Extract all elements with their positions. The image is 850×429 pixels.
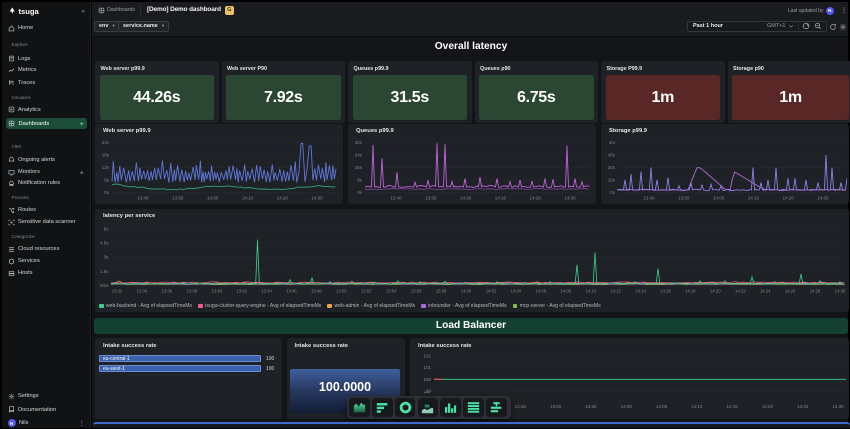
svg-text:15s: 15s <box>608 177 616 182</box>
svg-text:13:54: 13:54 <box>386 288 397 293</box>
svg-text:12s: 12s <box>102 165 110 170</box>
svg-text:14:15: 14:15 <box>726 404 738 409</box>
svg-text:13:40: 13:40 <box>390 195 402 200</box>
svg-text:13:40: 13:40 <box>643 195 655 200</box>
svg-text:13:58: 13:58 <box>436 288 447 293</box>
svg-text:14:00: 14:00 <box>207 195 219 200</box>
svg-text:14:10: 14:10 <box>242 195 254 200</box>
svg-text:14:30: 14:30 <box>817 195 829 200</box>
svg-text:0s: 0s <box>104 190 110 195</box>
svg-text:13:52: 13:52 <box>361 288 372 293</box>
svg-text:13:50: 13:50 <box>425 195 437 200</box>
svg-text:13:56: 13:56 <box>411 288 422 293</box>
svg-text:1m: 1m <box>609 140 616 145</box>
svg-text:14:10: 14:10 <box>495 195 507 200</box>
svg-text:30s: 30s <box>608 165 616 170</box>
svg-text:14:30: 14:30 <box>835 288 846 293</box>
svg-text:14:25: 14:25 <box>797 404 809 409</box>
svg-text:14:28: 14:28 <box>810 288 821 293</box>
svg-text:100: 100 <box>423 377 431 382</box>
svg-text:14:30: 14:30 <box>832 404 844 409</box>
svg-text:14:30: 14:30 <box>564 195 576 200</box>
svg-text:16s: 16s <box>355 165 363 170</box>
svg-text:1.5s: 1.5s <box>100 268 109 273</box>
svg-text:45s: 45s <box>608 152 616 157</box>
svg-text:24s: 24s <box>102 140 110 145</box>
svg-text:14:10: 14:10 <box>585 288 596 293</box>
svg-text:0s: 0s <box>610 190 616 195</box>
svg-text:13:36: 13:36 <box>162 288 173 293</box>
svg-text:101: 101 <box>423 365 431 370</box>
svg-text:14:10: 14:10 <box>748 195 760 200</box>
svg-text:14:14: 14:14 <box>635 288 646 293</box>
svg-text:14:20: 14:20 <box>277 195 289 200</box>
svg-text:32s: 32s <box>355 140 363 145</box>
svg-text:18s: 18s <box>102 152 110 157</box>
svg-text:14:04: 14:04 <box>511 288 522 293</box>
svg-text:14:08: 14:08 <box>561 288 572 293</box>
svg-text:14:24: 14:24 <box>760 288 771 293</box>
svg-text:13:55: 13:55 <box>585 404 597 409</box>
svg-text:13:44: 13:44 <box>261 288 272 293</box>
svg-text:00:: 00: <box>425 403 431 408</box>
svg-text:13:32: 13:32 <box>112 288 123 293</box>
svg-text:4.5s: 4.5s <box>100 240 109 245</box>
svg-text:14:20: 14:20 <box>530 195 542 200</box>
svg-text:14:30: 14:30 <box>311 195 323 200</box>
svg-text:14:26: 14:26 <box>785 288 796 293</box>
svg-text:13:48: 13:48 <box>311 288 322 293</box>
svg-text:13:34: 13:34 <box>137 288 148 293</box>
svg-text:8s: 8s <box>357 177 363 182</box>
svg-text:13:50: 13:50 <box>678 195 690 200</box>
svg-text:14:06: 14:06 <box>536 288 547 293</box>
svg-text:24s: 24s <box>355 152 363 157</box>
svg-text:13:50: 13:50 <box>550 404 562 409</box>
svg-text:6s: 6s <box>104 226 110 231</box>
svg-text:14:00: 14:00 <box>461 288 472 293</box>
svg-text:3s: 3s <box>104 254 110 259</box>
svg-text:14:20: 14:20 <box>783 195 795 200</box>
svg-text:14:02: 14:02 <box>486 288 497 293</box>
svg-text:0ms: 0ms <box>100 283 109 288</box>
svg-text:14:20: 14:20 <box>762 404 774 409</box>
svg-text:14:18: 14:18 <box>685 288 696 293</box>
svg-text:14:20: 14:20 <box>710 288 721 293</box>
svg-text:6s: 6s <box>104 177 110 182</box>
svg-text:13:40: 13:40 <box>211 288 222 293</box>
svg-text:13:42: 13:42 <box>236 288 247 293</box>
svg-text:14:22: 14:22 <box>735 288 746 293</box>
svg-text:13:50: 13:50 <box>336 288 347 293</box>
svg-text:14:00: 14:00 <box>460 195 472 200</box>
svg-text:14:16: 14:16 <box>660 288 671 293</box>
svg-text:14:00: 14:00 <box>713 195 725 200</box>
svg-text:102: 102 <box>423 353 431 358</box>
svg-text:14:10: 14:10 <box>691 404 703 409</box>
svg-text:14:00: 14:00 <box>621 404 633 409</box>
svg-text:13:50: 13:50 <box>172 195 184 200</box>
svg-text:13:46: 13:46 <box>286 288 297 293</box>
svg-text:14:12: 14:12 <box>610 288 621 293</box>
svg-text:13:45: 13:45 <box>515 404 527 409</box>
svg-text:0s: 0s <box>357 190 363 195</box>
svg-text:14:05: 14:05 <box>656 404 668 409</box>
svg-text:13:40: 13:40 <box>137 195 149 200</box>
svg-text:13:38: 13:38 <box>187 288 198 293</box>
